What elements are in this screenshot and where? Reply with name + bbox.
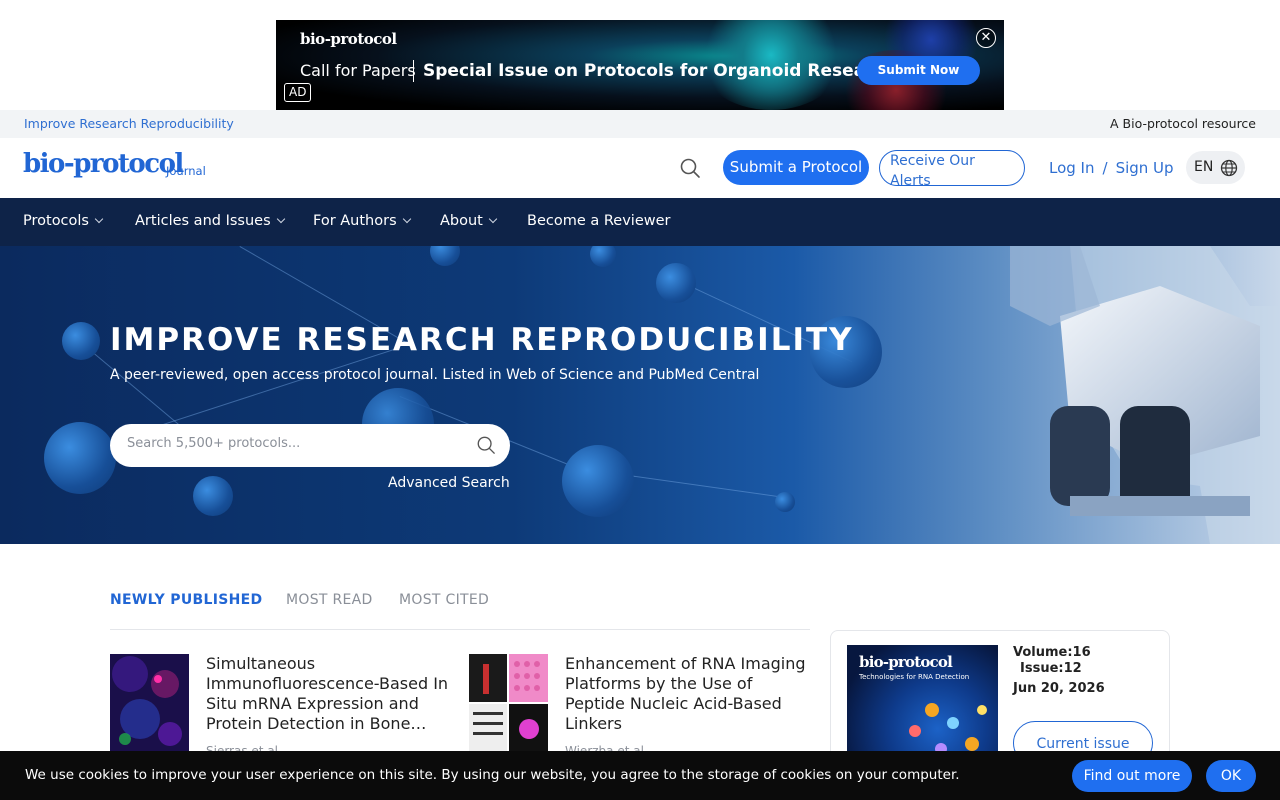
- nav-item-label: For Authors: [313, 213, 397, 229]
- microscope-image: [1010, 246, 1280, 544]
- hero-subtitle: A peer-reviewed, open access protocol jo…: [110, 367, 760, 383]
- cookie-message: We use cookies to improve your user expe…: [25, 767, 960, 783]
- article-tabs: NEWLY PUBLISHED MOST READ MOST CITED: [110, 592, 810, 630]
- article-title[interactable]: Enhancement of RNA Imaging Platforms by …: [565, 654, 815, 734]
- tab-most-cited[interactable]: MOST CITED: [399, 592, 489, 608]
- article-thumbnail[interactable]: [469, 654, 548, 754]
- cookie-banner: We use cookies to improve your user expe…: [0, 751, 1280, 800]
- improve-reproducibility-link[interactable]: Improve Research Reproducibility: [24, 116, 234, 131]
- login-link[interactable]: Log In: [1049, 159, 1095, 177]
- article-thumbnail[interactable]: [110, 654, 189, 754]
- ad-divider: [413, 60, 414, 82]
- tab-newly-published[interactable]: NEWLY PUBLISHED: [110, 592, 262, 608]
- search-icon[interactable]: [476, 435, 496, 455]
- volume-label: Volume:16: [1013, 645, 1091, 660]
- chevron-down-icon: [488, 214, 498, 224]
- nav-item-about[interactable]: About: [440, 213, 498, 229]
- nav-item-for-authors[interactable]: For Authors: [313, 213, 411, 229]
- hero-banner: IMPROVE RESEARCH REPRODUCIBILITY A peer-…: [0, 246, 1280, 544]
- nav-item-label: Become a Reviewer: [527, 213, 671, 229]
- dna-small-icon: [193, 476, 233, 516]
- molecule-ball: [977, 705, 987, 715]
- fingerprint-icon: [62, 322, 100, 360]
- ad-call-for-papers: Call for Papers: [300, 61, 416, 80]
- molecule-ball: [925, 703, 939, 717]
- chevron-down-icon: [402, 214, 411, 224]
- auth-links: Log In / Sign Up: [1049, 159, 1174, 177]
- globe-icon: [1220, 159, 1238, 177]
- molecule-ball: [947, 717, 959, 729]
- protocol-search-input[interactable]: [127, 436, 457, 451]
- cover-subtitle: Technologies for RNA Detection: [859, 673, 970, 681]
- ad-title: Special Issue on Protocols for Organoid …: [423, 61, 896, 81]
- network-node: [590, 246, 616, 267]
- language-selector[interactable]: EN: [1186, 151, 1245, 184]
- nav-item-become-a-reviewer[interactable]: Become a Reviewer: [527, 213, 670, 229]
- nav-item-label: Protocols: [23, 213, 89, 229]
- auth-separator: /: [1102, 159, 1108, 177]
- tab-most-read[interactable]: MOST READ: [286, 592, 373, 608]
- plant-icon: [656, 263, 696, 303]
- article-card[interactable]: Simultaneous Immunofluorescence-Based In…: [110, 654, 450, 758]
- article-card[interactable]: Enhancement of RNA Imaging Platforms by …: [469, 654, 809, 758]
- utility-bar: Improve Research Reproducibility A Bio-p…: [0, 110, 1280, 138]
- molecule-ball: [909, 725, 921, 737]
- issue-volume: Volume:16 Issue:12: [1013, 645, 1091, 677]
- current-issue-panel: bio-protocol Technologies for RNA Detect…: [830, 630, 1170, 770]
- network-node: [775, 492, 795, 512]
- nav-item-label: Articles and Issues: [135, 213, 271, 229]
- hero-search-box: [110, 424, 510, 467]
- site-header: bio-protocol Journal Submit a Protocol R…: [0, 138, 1280, 198]
- dna-icon: [44, 422, 116, 494]
- issue-label: Issue:12: [1020, 661, 1082, 676]
- hero-title: IMPROVE RESEARCH REPRODUCIBILITY: [110, 322, 854, 358]
- network-node: [430, 246, 460, 266]
- chevron-down-icon: [94, 214, 104, 224]
- site-logo[interactable]: bio-protocol: [23, 149, 184, 179]
- bio-protocol-resource-label: A Bio-protocol resource: [1110, 116, 1256, 131]
- ad-tag: AD: [284, 83, 312, 102]
- ad-submit-button[interactable]: Submit Now: [857, 56, 980, 85]
- ad-logo: bio-protocol: [300, 30, 397, 48]
- search-icon[interactable]: [679, 157, 701, 179]
- issue-date: Jun 20, 2026: [1013, 681, 1105, 696]
- cover-title: bio-protocol: [859, 653, 953, 671]
- close-icon[interactable]: ✕: [976, 28, 996, 48]
- site-logo-subtitle: Journal: [166, 164, 206, 178]
- molecule-icon: [562, 445, 634, 517]
- ad-area: bio-protocol Call for Papers Special Iss…: [0, 0, 1280, 110]
- article-title[interactable]: Simultaneous Immunofluorescence-Based In…: [206, 654, 456, 734]
- submit-protocol-button[interactable]: Submit a Protocol: [723, 150, 869, 185]
- molecule-ball: [965, 737, 979, 751]
- signup-link[interactable]: Sign Up: [1116, 159, 1174, 177]
- nav-item-label: About: [440, 213, 483, 229]
- language-label: EN: [1194, 159, 1214, 175]
- ad-banner[interactable]: bio-protocol Call for Papers Special Iss…: [276, 20, 1004, 110]
- receive-alerts-button[interactable]: Receive Our Alerts: [879, 150, 1025, 189]
- cookie-ok-button[interactable]: OK: [1206, 760, 1256, 792]
- find-out-more-button[interactable]: Find out more: [1072, 760, 1192, 792]
- advanced-search-link[interactable]: Advanced Search: [388, 475, 510, 491]
- main-nav: Protocols Articles and Issues For Author…: [0, 198, 1280, 246]
- nav-item-protocols[interactable]: Protocols: [23, 213, 104, 229]
- nav-item-articles-and-issues[interactable]: Articles and Issues: [135, 213, 285, 229]
- chevron-down-icon: [276, 214, 285, 224]
- issue-cover-image[interactable]: bio-protocol Technologies for RNA Detect…: [847, 645, 998, 765]
